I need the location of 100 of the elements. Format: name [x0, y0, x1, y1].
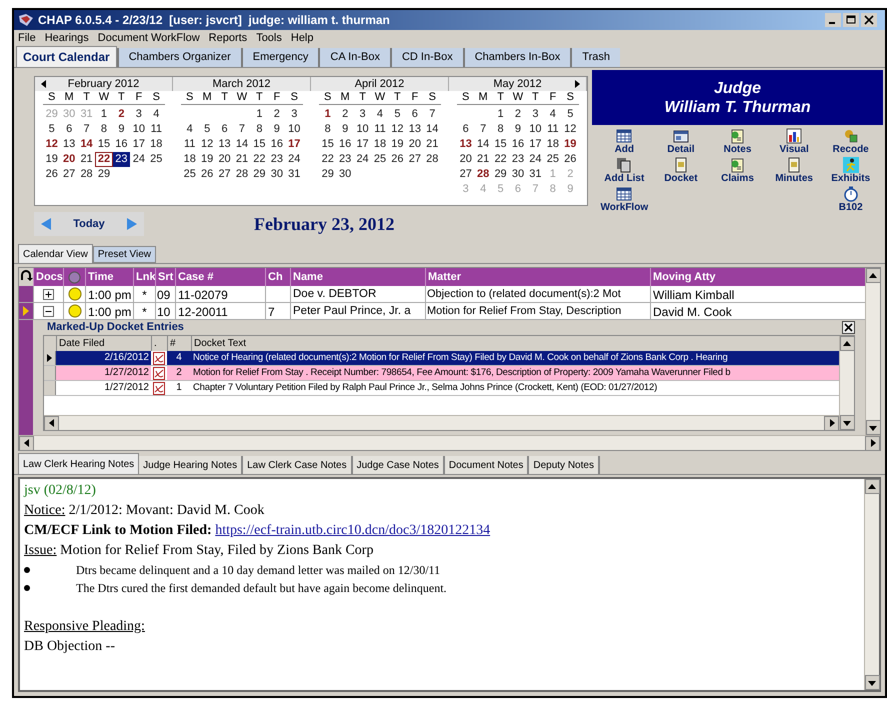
calendar-day[interactable]: 3: [526, 107, 544, 122]
calendar-day[interactable]: 16: [509, 137, 527, 152]
calendar-day[interactable]: 5: [562, 107, 579, 122]
calendar-day[interactable]: 31: [526, 167, 544, 182]
calendar-day[interactable]: 24: [286, 152, 303, 167]
calendar-day[interactable]: 26: [562, 152, 579, 167]
calendar-day[interactable]: 17: [354, 137, 372, 152]
calendar-day[interactable]: 14: [233, 137, 251, 152]
calendar-day[interactable]: 29: [250, 167, 268, 182]
calendar-day[interactable]: 10: [286, 122, 303, 137]
calendar-day[interactable]: 23: [509, 152, 527, 167]
calendar-day[interactable]: 25: [181, 167, 198, 182]
today-button[interactable]: Today: [73, 216, 105, 232]
calendar-day[interactable]: 24: [130, 152, 148, 167]
tab[interactable]: Law Clerk Case Notes: [243, 456, 353, 474]
calendar-day[interactable]: 4: [181, 122, 198, 137]
calendar-day[interactable]: 14: [474, 137, 492, 152]
calendar-day[interactable]: 29: [492, 167, 510, 182]
tab[interactable]: Deputy Notes: [529, 456, 600, 474]
calendar-day[interactable]: 6: [406, 107, 424, 122]
menu-item[interactable]: Tools: [256, 30, 282, 47]
calendar-day[interactable]: 2: [268, 107, 286, 122]
calendar-day[interactable]: 17: [130, 137, 148, 152]
calendar-day[interactable]: 11: [181, 137, 198, 152]
calendar-day[interactable]: 1: [250, 107, 268, 122]
tab[interactable]: Chambers In-Box: [462, 48, 570, 67]
calendar-day[interactable]: 10: [130, 122, 148, 137]
calendar-day[interactable]: 30: [509, 167, 527, 182]
calendar-day[interactable]: 22: [95, 152, 113, 167]
horizontal-scrollbar[interactable]: [19, 435, 880, 450]
notes-editor[interactable]: [18, 477, 881, 692]
calendar-day[interactable]: 3: [354, 107, 372, 122]
vertical-scrollbar[interactable]: [864, 479, 879, 690]
toolbar-button[interactable]: Detail: [652, 128, 710, 155]
calendar-day[interactable]: 16: [112, 137, 130, 152]
calendar-day[interactable]: 29: [319, 167, 336, 182]
expand-icon[interactable]: [43, 288, 54, 300]
tab[interactable]: CD In-Box: [390, 48, 463, 67]
toolbar-button[interactable]: WorkFlow: [596, 186, 653, 213]
toolbar-button[interactable]: Docket: [652, 157, 710, 184]
calendar-day[interactable]: 28: [78, 167, 96, 182]
calendar-day[interactable]: 30: [268, 167, 286, 182]
row-selector[interactable]: [44, 351, 56, 365]
calendar-day[interactable]: 30: [336, 167, 354, 182]
calendar-day[interactable]: 1: [492, 107, 510, 122]
tab[interactable]: Law Clerk Hearing Notes: [18, 453, 140, 474]
calendar-day[interactable]: 20: [406, 137, 424, 152]
calendar-day[interactable]: 27: [457, 167, 474, 182]
calendar-day[interactable]: 15: [95, 137, 113, 152]
calendar-day[interactable]: 27: [60, 167, 78, 182]
calendar-day[interactable]: 9: [336, 122, 354, 137]
calendar-day[interactable]: 19: [198, 152, 216, 167]
calendar-day[interactable]: 13: [60, 137, 78, 152]
calendar-day[interactable]: 24: [354, 152, 372, 167]
row-header[interactable]: [19, 303, 33, 319]
calendar-day[interactable]: 26: [388, 152, 406, 167]
calendar-day[interactable]: 3: [130, 107, 148, 122]
calendar-day[interactable]: 26: [43, 167, 60, 182]
calendar-day[interactable]: 10: [526, 122, 544, 137]
toolbar-button[interactable]: Visual: [766, 128, 822, 155]
calendar-day[interactable]: 7: [78, 122, 96, 137]
calendar-day[interactable]: 12: [562, 122, 579, 137]
docket-row[interactable]: 1/27/2012 2 Motion for Relief From Stay . Receipt Number: 798654, Fee Amount: $176, Description of Property: 2009 Yamaha Waverunner Filed b: [44, 366, 839, 381]
calendar-day[interactable]: 20: [216, 152, 234, 167]
calendar-day[interactable]: 7: [424, 107, 441, 122]
calendar-day[interactable]: 7: [233, 122, 251, 137]
vertical-scrollbar[interactable]: [839, 336, 854, 430]
calendar-day[interactable]: 5: [43, 122, 60, 137]
calendar-day[interactable]: 2: [336, 107, 354, 122]
tab[interactable]: Trash: [570, 48, 620, 67]
tab[interactable]: Judge Case Notes: [352, 456, 445, 474]
calendar-day[interactable]: 18: [181, 152, 198, 167]
calendar-day[interactable]: 16: [268, 137, 286, 152]
calendar-day[interactable]: 14: [424, 122, 441, 137]
calendar-day[interactable]: 19: [43, 152, 60, 167]
horizontal-scrollbar[interactable]: [44, 415, 839, 430]
menu-item[interactable]: Document WorkFlow: [98, 30, 200, 47]
motion-link[interactable]: https://ecf-train.utb.circ10.dcn/doc3/1820122134: [215, 523, 490, 538]
calendar-day[interactable]: 18: [371, 137, 389, 152]
calendar-day[interactable]: 10: [354, 122, 372, 137]
toolbar-button[interactable]: Claims: [709, 157, 766, 184]
calendar-day[interactable]: 18: [148, 137, 165, 152]
menu-item[interactable]: Reports: [208, 30, 248, 47]
calendar-day[interactable]: 11: [544, 122, 562, 137]
calendar-day[interactable]: 1: [95, 107, 113, 122]
calendar-day[interactable]: 20: [457, 152, 474, 167]
calendar-day[interactable]: 5: [388, 107, 406, 122]
calendar-day[interactable]: 17: [526, 137, 544, 152]
calendar-day[interactable]: 22: [250, 152, 268, 167]
calendar-day[interactable]: 27: [216, 167, 234, 182]
calendar-day[interactable]: 6: [216, 122, 234, 137]
calendar-day[interactable]: 27: [406, 152, 424, 167]
toolbar-button[interactable]: Add: [596, 128, 653, 155]
menu-item[interactable]: Help: [290, 30, 314, 47]
calendar-day[interactable]: 4: [148, 107, 165, 122]
calendar-day[interactable]: 9: [509, 122, 527, 137]
calendar-day[interactable]: 8: [250, 122, 268, 137]
vertical-scrollbar[interactable]: [865, 268, 880, 435]
toolbar-button[interactable]: Notes: [709, 128, 766, 155]
close-button[interactable]: [842, 321, 855, 334]
